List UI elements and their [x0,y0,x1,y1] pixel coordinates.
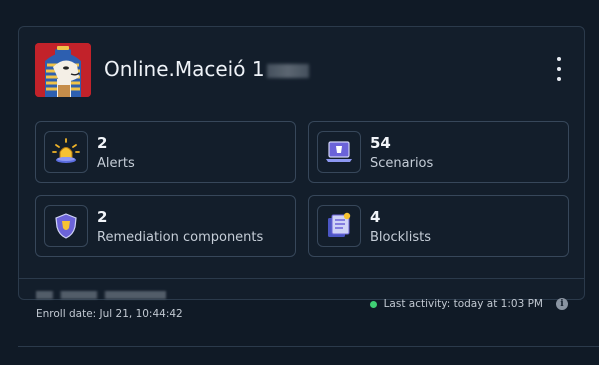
scenarios-label: Scenarios [370,156,434,171]
blocklists-count: 4 [370,208,381,226]
enroll-date: Enroll date: Jul 21, 10:44:42 [36,308,183,320]
scenarios-count: 54 [370,134,391,152]
shield-icon [44,205,88,247]
blocklist-icon [317,205,361,247]
stat-scenarios[interactable]: 54 Scenarios [308,121,569,183]
stat-remediation-components[interactable]: 2 Remediation components [35,195,296,257]
machine-name-text: Online.Maceió 1 [104,57,265,81]
machine-name: Online.Maceió 1 [104,57,309,81]
laptop-scenario-icon [317,131,361,173]
stat-blocklists[interactable]: 4 Blocklists [308,195,569,257]
section-divider [18,346,599,347]
redacted-id [266,63,309,78]
online-status-dot [369,300,377,308]
remediation-label: Remediation components [97,230,264,245]
card-divider [19,278,584,279]
alerts-label: Alerts [97,156,135,171]
more-options-icon[interactable] [552,57,566,81]
alerts-count: 2 [97,134,108,152]
machine-card: Online.Maceió 1 2 Alerts 54 Scenarios 2 … [18,26,585,320]
pharaoh-llama-icon [35,43,91,97]
alarm-light-icon [44,131,88,173]
stat-alerts[interactable]: 2 Alerts [35,121,296,183]
blocklists-label: Blocklists [370,230,432,245]
last-activity-text: Last activity: today at 1:03 PM [383,298,543,310]
info-icon[interactable]: i [556,298,568,310]
machine-avatar [35,43,91,97]
remediation-count: 2 [97,208,108,226]
last-activity: Last activity: today at 1:03 PM i [369,298,568,310]
redacted-machine-id [36,291,166,299]
